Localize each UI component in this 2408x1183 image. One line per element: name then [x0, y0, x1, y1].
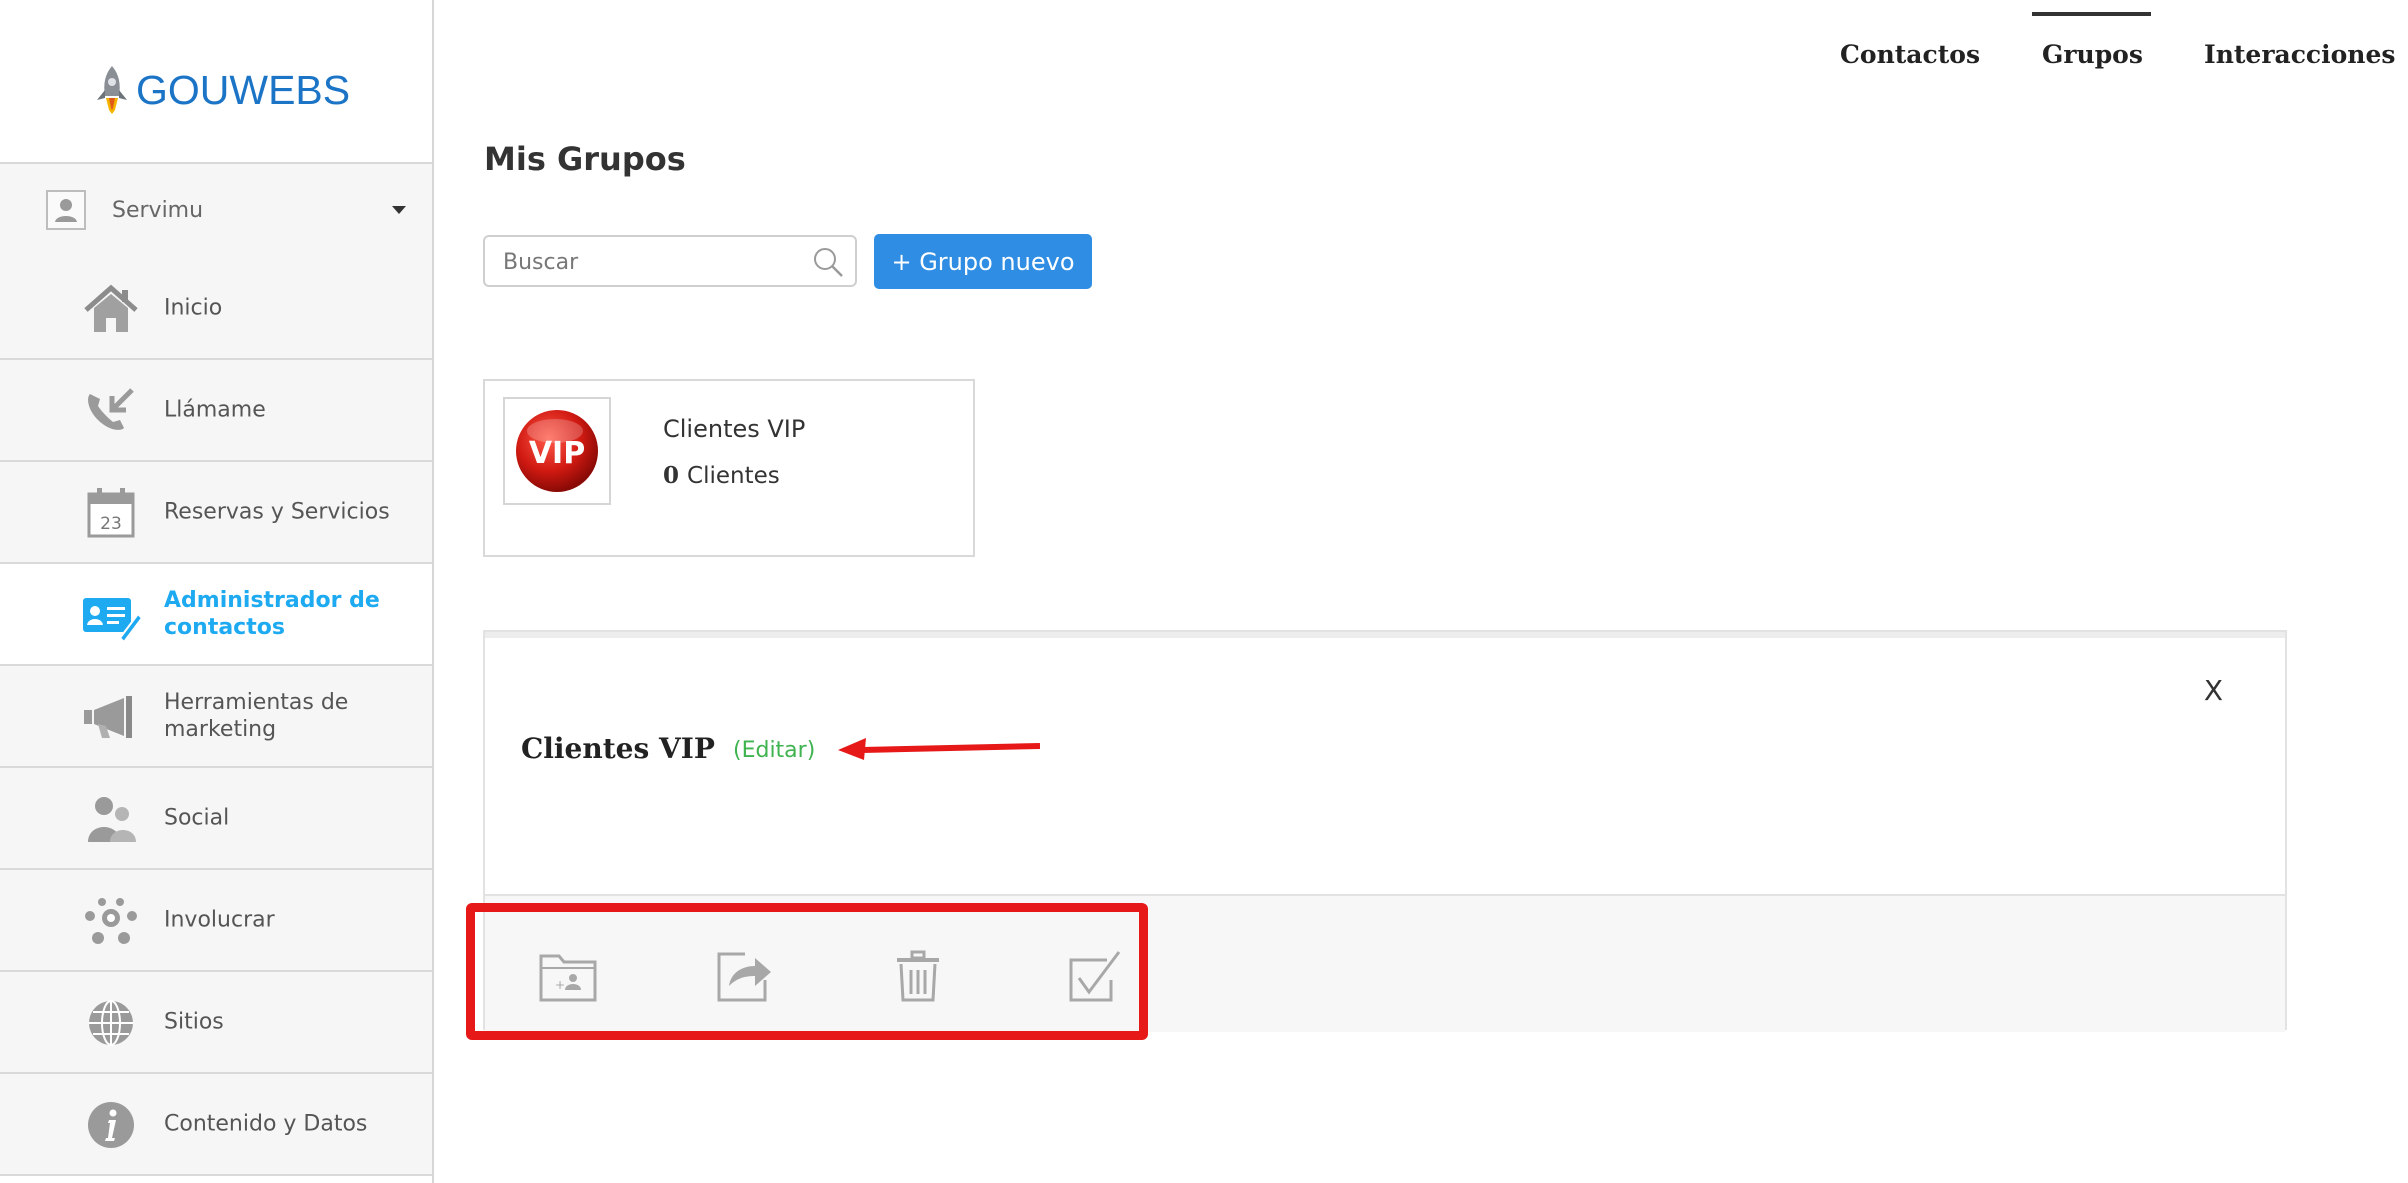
chevron-down-icon — [392, 206, 406, 214]
vip-badge-text: VIP — [529, 436, 585, 471]
new-group-button[interactable]: + Grupo nuevo — [874, 234, 1092, 289]
edit-link[interactable]: (Editar) — [733, 738, 815, 763]
sidebar-item-label: Inicio — [164, 295, 223, 321]
sidebar-item-label: Contenido y Datos — [164, 1111, 368, 1137]
people-icon — [80, 792, 142, 846]
sidebar-item-label: Administrador de contactos — [164, 588, 380, 640]
sidebar-item-social[interactable]: Social — [0, 768, 432, 870]
account-selector[interactable]: Servimu — [0, 162, 432, 262]
sidebar: GOUWEBS Servimu Inicio Llámame 23 Reserv… — [0, 0, 434, 1183]
annotation-arrow — [838, 738, 1040, 760]
globe-icon — [80, 996, 142, 1050]
info-icon — [80, 1098, 142, 1152]
page-title: Mis Grupos — [484, 140, 686, 178]
account-name: Servimu — [112, 198, 204, 223]
sidebar-item-involucrar[interactable]: Involucrar — [0, 870, 432, 972]
close-button[interactable]: X — [2204, 674, 2223, 707]
svg-text:23: 23 — [100, 514, 122, 534]
sidebar-item-label: Sitios — [164, 1009, 224, 1035]
sidebar-item-label: Llámame — [164, 397, 266, 423]
calendar-icon: 23 — [80, 486, 142, 540]
annotation-highlight-box — [466, 903, 1148, 1040]
sidebar-item-contactos[interactable]: Administrador de contactos — [0, 564, 432, 666]
group-detail-title: Clientes VIP — [521, 732, 715, 765]
tab-contactos[interactable]: Contactos — [1840, 40, 1980, 69]
tab-interacciones[interactable]: Interacciones — [2204, 40, 2395, 69]
sidebar-item-label: Reservas y Servicios — [164, 499, 390, 525]
rocket-icon — [97, 66, 127, 114]
sidebar-item-marketing[interactable]: Herramientas de marketing — [0, 666, 432, 768]
home-icon — [80, 282, 142, 336]
group-card[interactable]: VIP Clientes VIP 0 Clientes — [483, 379, 975, 557]
panel-divider — [485, 632, 2285, 638]
sidebar-item-contenido[interactable]: Contenido y Datos — [0, 1074, 432, 1176]
brand-logo[interactable]: GOUWEBS — [92, 60, 350, 120]
sidebar-item-label: Herramientas de marketing — [164, 690, 349, 742]
search-input[interactable] — [501, 249, 795, 276]
group-name: Clientes VIP — [663, 415, 806, 443]
sidebar-item-label: Social — [164, 805, 230, 831]
sidebar-nav: Inicio Llámame 23 Reservas y Servicios A… — [0, 258, 432, 1176]
search-icon[interactable] — [811, 245, 845, 279]
network-icon — [80, 894, 142, 948]
sidebar-item-sitios[interactable]: Sitios — [0, 972, 432, 1074]
brand-name: GOUWEBS — [136, 66, 351, 113]
group-count-label: Clientes — [687, 463, 780, 489]
tab-grupos[interactable]: Grupos — [2032, 12, 2151, 69]
user-icon — [46, 190, 86, 230]
sidebar-item-label: Involucrar — [164, 907, 275, 933]
sidebar-item-reservas[interactable]: 23 Reservas y Servicios — [0, 462, 432, 564]
phone-callback-icon — [80, 384, 142, 438]
search-box — [483, 235, 857, 287]
contact-card-icon — [80, 588, 142, 642]
group-count: 0 Clientes — [663, 462, 780, 489]
sidebar-item-llamame[interactable]: Llámame — [0, 360, 432, 462]
group-count-value: 0 — [663, 462, 680, 489]
vip-badge: VIP — [503, 397, 611, 505]
megaphone-icon — [80, 690, 142, 744]
sidebar-item-inicio[interactable]: Inicio — [0, 258, 432, 360]
